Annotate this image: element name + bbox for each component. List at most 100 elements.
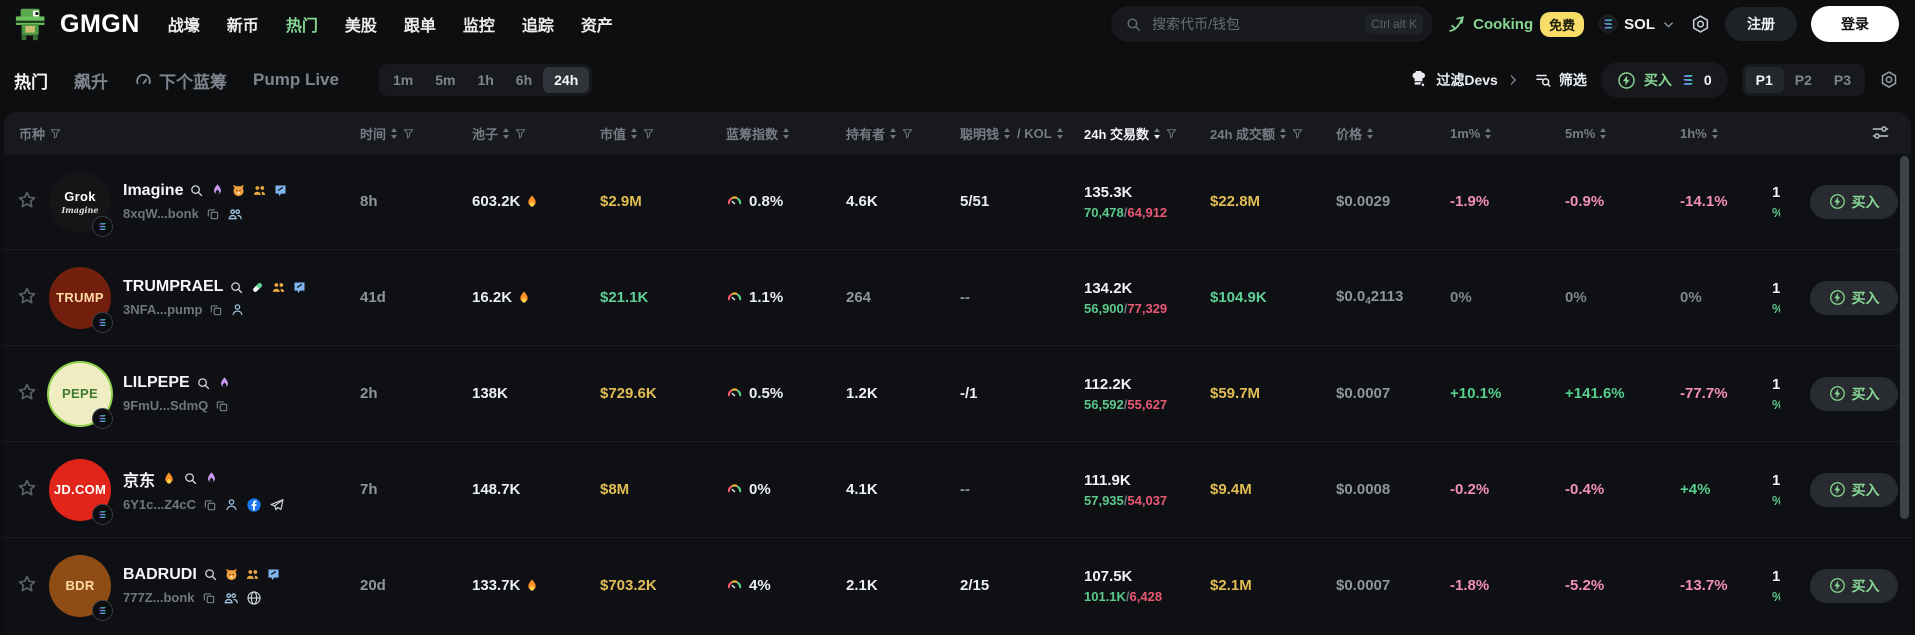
copy-icon[interactable] — [215, 399, 229, 413]
telegram-icon[interactable] — [269, 497, 285, 513]
menu-item-2[interactable]: 热门 — [286, 12, 318, 36]
people-blue-icon[interactable] — [223, 590, 239, 606]
token-symbol[interactable]: TRUMPRAEL — [123, 278, 223, 296]
menu-item-6[interactable]: 追踪 — [522, 12, 554, 36]
token-avatar[interactable]: JD.COM — [49, 458, 113, 525]
favorite-star-icon[interactable] — [4, 478, 42, 502]
column-settings-icon[interactable] — [1870, 122, 1891, 143]
token-symbol[interactable]: Imagine — [123, 182, 183, 200]
fire-orange-icon[interactable] — [161, 471, 177, 487]
register-button[interactable]: 注册 — [1725, 7, 1797, 41]
funnel-icon[interactable] — [642, 127, 655, 140]
menu-item-1[interactable]: 新币 — [227, 12, 259, 36]
buy-button[interactable]: 买入 — [1810, 184, 1898, 219]
copy-icon[interactable] — [209, 303, 223, 317]
chain-selector[interactable]: SOL — [1598, 14, 1676, 34]
funnel-icon[interactable] — [901, 127, 914, 140]
search-input[interactable] — [1150, 15, 1358, 33]
col-header-5[interactable]: 持有者 — [823, 124, 937, 143]
preset-settings-icon[interactable] — [1879, 70, 1899, 90]
bonk-icon[interactable] — [224, 567, 239, 582]
preset-P1[interactable]: P1 — [1744, 67, 1784, 93]
flame-purple-icon[interactable] — [217, 376, 232, 391]
menu-item-3[interactable]: 美股 — [345, 12, 377, 36]
tab-2[interactable]: 下个蓝筹 — [134, 68, 227, 93]
token-avatar[interactable]: TRUMP — [49, 266, 113, 333]
buy-button[interactable]: 买入 — [1810, 472, 1898, 507]
col-header-12[interactable]: 1h% — [1657, 126, 1772, 141]
col-header-0[interactable]: 币种 — [4, 124, 337, 143]
brand[interactable]: GMGN — [14, 5, 140, 43]
search-box[interactable]: Ctrl alt K — [1111, 6, 1434, 42]
person-icon[interactable] — [230, 302, 245, 317]
col-header-6[interactable]: 聪明钱 / KOL — [937, 124, 1063, 143]
favorite-star-icon[interactable] — [4, 286, 42, 310]
people-orange-icon[interactable] — [245, 567, 260, 582]
scrollbar[interactable] — [1900, 156, 1909, 633]
pill-icon[interactable] — [250, 280, 265, 295]
time-pill-6h[interactable]: 6h — [505, 67, 543, 93]
col-header-8[interactable]: 24h 成交额 — [1187, 124, 1313, 143]
token-avatar[interactable]: PEPE — [49, 362, 113, 429]
col-header-7[interactable]: 24h 交易数 — [1061, 124, 1187, 143]
col-header-3[interactable]: 市值 — [577, 124, 703, 143]
search-icon[interactable] — [229, 280, 244, 295]
people-blue-icon[interactable] — [227, 206, 243, 222]
col-header-2[interactable]: 池子 — [449, 124, 577, 143]
time-pill-5m[interactable]: 5m — [424, 67, 466, 93]
token-symbol[interactable]: LILPEPE — [123, 374, 190, 392]
menu-item-5[interactable]: 监控 — [463, 12, 495, 36]
bonk-icon[interactable] — [231, 183, 246, 198]
globe-icon[interactable] — [246, 590, 262, 606]
funnel-icon[interactable] — [1165, 127, 1178, 140]
funnel-icon[interactable] — [402, 127, 415, 140]
token-symbol[interactable]: BADRUDI — [123, 566, 197, 584]
scrollbar-thumb[interactable] — [1900, 156, 1909, 519]
preset-P2[interactable]: P2 — [1784, 67, 1823, 93]
search-icon[interactable] — [203, 567, 218, 582]
flame-purple-icon[interactable] — [204, 471, 219, 486]
token-avatar[interactable]: BDR — [49, 554, 113, 621]
tab-0[interactable]: 热门 — [14, 68, 48, 93]
buy-button[interactable]: 买入 — [1810, 280, 1898, 315]
menu-item-0[interactable]: 战壕 — [168, 12, 200, 36]
col-header-10[interactable]: 1m% — [1427, 126, 1542, 141]
tab-3[interactable]: Pump Live — [253, 70, 339, 90]
login-button[interactable]: 登录 — [1811, 6, 1899, 42]
col-header-1[interactable]: 时间 — [337, 124, 449, 143]
copy-icon[interactable] — [203, 498, 217, 512]
time-pill-1h[interactable]: 1h — [466, 67, 504, 93]
favorite-star-icon[interactable] — [4, 574, 42, 598]
chat-badge-icon[interactable] — [292, 280, 307, 295]
col-header-9[interactable]: 价格 — [1313, 124, 1427, 143]
person-icon[interactable] — [224, 497, 239, 512]
search-icon[interactable] — [196, 376, 211, 391]
people-orange-icon[interactable] — [271, 280, 286, 295]
col-header-11[interactable]: 5m% — [1542, 126, 1657, 141]
preset-P3[interactable]: P3 — [1823, 67, 1862, 93]
token-avatar[interactable]: Grok Imagine — [49, 170, 113, 237]
token-symbol[interactable]: 京东 — [123, 467, 155, 491]
cooking-button[interactable]: Cooking 免费 — [1447, 11, 1585, 37]
buy-button[interactable]: 买入 — [1810, 568, 1898, 603]
funnel-icon[interactable] — [1291, 127, 1304, 140]
facebook-icon[interactable] — [246, 497, 262, 513]
menu-item-4[interactable]: 跟单 — [404, 12, 436, 36]
filter-button[interactable]: 筛选 — [1534, 70, 1587, 90]
filter-devs-button[interactable]: 过滤Devs — [1409, 70, 1519, 90]
chat-badge-icon[interactable] — [266, 567, 281, 582]
settings-gear-icon[interactable] — [1690, 14, 1711, 35]
buy-button[interactable]: 买入 — [1810, 376, 1898, 411]
favorite-star-icon[interactable] — [4, 382, 42, 406]
funnel-icon[interactable] — [49, 127, 62, 140]
search-icon[interactable] — [183, 471, 198, 486]
menu-item-7[interactable]: 资产 — [581, 12, 613, 36]
copy-icon[interactable] — [206, 207, 220, 221]
chat-badge-icon[interactable] — [273, 183, 288, 198]
time-pill-24h[interactable]: 24h — [543, 67, 590, 93]
flame-purple-icon[interactable] — [210, 183, 225, 198]
tab-1[interactable]: 飙升 — [74, 68, 108, 93]
funnel-icon[interactable] — [514, 127, 527, 140]
col-header-4[interactable]: 蓝筹指数 — [703, 124, 823, 143]
time-pill-1m[interactable]: 1m — [382, 67, 424, 93]
